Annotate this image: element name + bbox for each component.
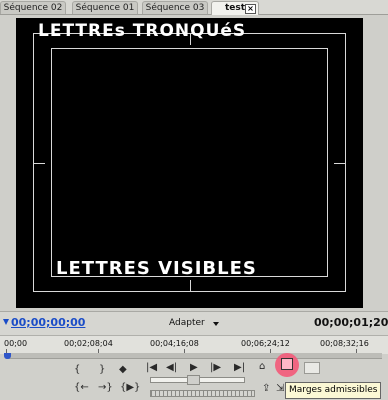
play-icon[interactable]: ▶ — [190, 362, 198, 374]
safe-tick — [33, 163, 45, 164]
tab-test[interactable]: test × — [211, 1, 259, 15]
timecode-bar: 00;00;00;00 Adapter 00;00;01;20 — [0, 311, 388, 336]
tab-bar: Séquence 02 Séquence 01 Séquence 03 test… — [0, 0, 388, 15]
ruler-label: 00;04;16;08 — [150, 339, 199, 348]
go-to-out-icon[interactable]: →} — [98, 382, 113, 394]
tab-sequence-02[interactable]: Séquence 02 — [0, 1, 66, 14]
jog-handle[interactable] — [187, 375, 200, 385]
settings-icon[interactable] — [304, 362, 320, 374]
tab-sequence-03[interactable]: Séquence 03 — [142, 1, 208, 14]
close-icon[interactable]: × — [245, 4, 256, 14]
mark-out-icon[interactable]: } — [99, 364, 105, 376]
safe-tick — [190, 280, 191, 292]
duration-timecode: 00;00;01;20 — [314, 316, 388, 329]
safe-margins-icon — [281, 358, 293, 370]
step-forward-icon[interactable]: |▶ — [210, 362, 221, 374]
safe-tick — [334, 163, 346, 164]
tab-sequence-01[interactable]: Séquence 01 — [72, 1, 138, 14]
overlay-text-top: LETTREs TRONQUéS — [38, 21, 247, 41]
play-in-to-out-icon[interactable]: {▶} — [120, 382, 140, 394]
tooltip: Marges admissibles — [285, 382, 382, 399]
ruler-label: 00;06;24;12 — [241, 339, 290, 348]
ruler-label: 00;02;08;04 — [64, 339, 113, 348]
overlay-text-bottom: LETTRES VISIBLES — [56, 258, 257, 279]
rewind-icon[interactable]: ◀| — [166, 362, 177, 374]
go-to-in-icon[interactable]: {← — [74, 382, 89, 394]
chevron-down-icon[interactable] — [213, 322, 219, 326]
fit-dropdown[interactable]: Adapter — [169, 318, 205, 328]
camera-icon[interactable]: ⌂ — [259, 361, 265, 373]
lift-icon[interactable]: ⇪ — [262, 383, 270, 395]
mark-in-icon[interactable]: { — [74, 364, 80, 376]
current-timecode[interactable]: 00;00;00;00 — [11, 316, 85, 329]
shuttle-control[interactable] — [150, 390, 255, 397]
program-monitor: LETTREs TRONQUéS LETTRES VISIBLES — [16, 18, 363, 308]
go-to-end-icon[interactable]: ▶| — [234, 362, 245, 374]
playhead-marker-icon — [3, 319, 9, 325]
ruler-label: 00;08;32;16 — [320, 339, 369, 348]
step-back-icon[interactable]: |◀ — [146, 362, 157, 374]
safe-title-margin — [51, 48, 328, 277]
time-ruler[interactable]: 00;00 00;02;08;04 00;04;16;08 00;06;24;1… — [0, 335, 388, 354]
marker-icon[interactable]: ◆ — [119, 364, 127, 376]
ruler-label: 00;00 — [4, 339, 28, 348]
extract-icon[interactable]: ⇲ — [276, 383, 284, 395]
